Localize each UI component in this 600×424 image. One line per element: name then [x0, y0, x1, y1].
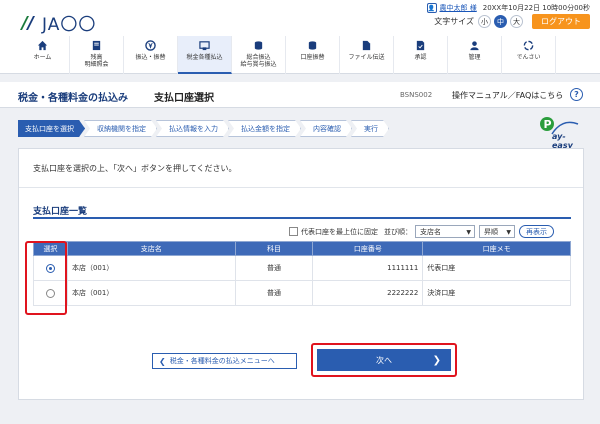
passbook-icon: [91, 39, 103, 51]
step-execute: 実行: [351, 120, 389, 137]
font-size-label: 文字サイズ: [434, 17, 474, 26]
page-subtitle: 支払口座選択: [154, 93, 214, 104]
col-branch: 支店名: [66, 241, 236, 256]
nav-item-home[interactable]: ホーム: [16, 36, 70, 74]
step-confirm: 内容確認: [300, 120, 352, 137]
instruction-text: 支払口座を選択の上、「次へ」ボタンを押してください。: [33, 164, 237, 173]
main-panel: 支払口座を選択の上、「次へ」ボタンを押してください。 支払口座一覧 代表口座を最…: [18, 148, 584, 400]
user-info: 👤 農中太郎 様 20XX年10月22日 10時00分00秒: [426, 3, 590, 13]
col-memo: 口座メモ: [422, 241, 571, 256]
divider: [19, 187, 583, 188]
screen-id: BSNS002: [400, 91, 433, 99]
section-underline: [33, 217, 571, 219]
font-size-large-button[interactable]: 大: [510, 15, 523, 28]
refresh-button[interactable]: 再表示: [519, 225, 554, 238]
logo-text: JA〇〇: [42, 15, 97, 35]
nav-item-file-transfer[interactable]: ファイル伝送: [340, 36, 394, 74]
last-login: 20XX年10月22日 10時00分00秒: [482, 4, 590, 12]
pin-primary-label: 代表口座を最上位に固定: [301, 227, 378, 236]
ja-logo-icon: [18, 14, 38, 32]
home-icon: [37, 39, 49, 51]
font-size-small-button[interactable]: 小: [478, 15, 491, 28]
user-icon: 👤: [426, 3, 437, 13]
step-specify-agency: 収納機関を指定: [84, 120, 157, 137]
subject-cell: 普通: [234, 280, 314, 306]
account-number-cell: 2222222: [312, 280, 424, 306]
sort-field-select[interactable]: 支店名 ▼: [415, 225, 475, 238]
nav-item-balance[interactable]: 残高 明細照会: [70, 36, 124, 74]
nav-item-densai[interactable]: でんさい: [502, 36, 556, 74]
approval-icon: [415, 39, 427, 51]
payeasy-logo: P ay-easy: [538, 114, 586, 150]
caret-down-icon: ▼: [466, 229, 471, 236]
branch-cell: 本店（001）: [66, 280, 236, 306]
coins-icon: [253, 39, 265, 51]
chevron-left-icon: ❮: [159, 356, 166, 366]
step-select-account: 支払口座を選択: [18, 120, 85, 137]
page-title: 税金・各種料金の払込み: [18, 93, 128, 104]
caret-down-icon: ▼: [506, 229, 511, 236]
brand-logo[interactable]: JA〇〇: [18, 10, 96, 35]
memo-cell: 代表口座: [422, 255, 571, 281]
nav-item-transfer[interactable]: 振込・振替: [124, 36, 178, 74]
nav-item-admin[interactable]: 管理: [448, 36, 502, 74]
nav-item-direct-debit[interactable]: 口座振替: [286, 36, 340, 74]
global-nav: ホーム 残高 明細照会 振込・振替 税金各種払込 総合振込 給与賞与振込 口座振…: [0, 36, 600, 74]
subject-cell: 普通: [234, 255, 314, 281]
font-size-controls: 文字サイズ 小 中 大 ログアウト: [434, 14, 590, 29]
coins-stack-icon: [307, 39, 319, 51]
title-bar: 税金・各種料金の払込み 支払口座選択 BSNS002 操作マニュアル／FAQはこ…: [0, 82, 600, 108]
header: JA〇〇 👤 農中太郎 様 20XX年10月22日 10時00分00秒 文字サイ…: [0, 0, 600, 74]
admin-icon: [469, 39, 481, 51]
step-indicator: 支払口座を選択 収納機関を指定 払込情報を入力 払込金額を指定 内容確認 実行: [18, 120, 388, 137]
payment-icon: [199, 39, 211, 51]
font-size-medium-button[interactable]: 中: [494, 15, 507, 28]
nav-item-approval[interactable]: 承認: [394, 36, 448, 74]
memo-cell: 決済口座: [422, 280, 571, 306]
account-number-cell: 1111111: [312, 255, 424, 281]
account-table: 選択 支店名 科目 口座番号 口座メモ 本店（001） 普通 1111111 代…: [33, 241, 571, 306]
list-controls: 代表口座を最上位に固定 並び順： 支店名 ▼ 昇順 ▼ 再表示: [289, 225, 554, 238]
sort-order-select[interactable]: 昇順 ▼: [479, 225, 515, 238]
svg-text:P: P: [544, 118, 552, 131]
pin-primary-checkbox[interactable]: [289, 227, 298, 236]
step-specify-amount: 払込金額を指定: [228, 120, 301, 137]
nav-item-tax-payment[interactable]: 税金各種払込: [178, 36, 232, 74]
manual-faq-link[interactable]: 操作マニュアル／FAQはこちら: [452, 90, 563, 101]
nav-item-bulk-transfer[interactable]: 総合振込 給与賞与振込: [232, 36, 286, 74]
col-subject: 科目: [234, 241, 314, 256]
step-enter-payment-info: 払込情報を入力: [156, 120, 229, 137]
file-transfer-icon: [361, 39, 373, 51]
table-row[interactable]: 本店（001） 普通 1111111 代表口座: [33, 255, 571, 281]
select-column-highlight: [25, 241, 67, 315]
table-header-row: 選択 支店名 科目 口座番号 口座メモ: [33, 241, 571, 256]
densai-icon: [523, 39, 535, 51]
sort-label: 並び順：: [384, 227, 412, 236]
logout-button[interactable]: ログアウト: [532, 14, 590, 29]
user-name[interactable]: 農中太郎 様: [440, 3, 477, 13]
branch-cell: 本店（001）: [66, 255, 236, 281]
next-button-highlight: [311, 343, 457, 377]
back-to-menu-button[interactable]: ❮ 税金・各種料金の払込メニューへ: [152, 353, 297, 369]
section-title: 支払口座一覧: [33, 207, 88, 217]
table-row[interactable]: 本店（001） 普通 2222222 決済口座: [33, 280, 571, 306]
col-account-number: 口座番号: [312, 241, 424, 256]
help-icon[interactable]: ?: [570, 88, 583, 101]
yen-transfer-icon: [145, 39, 157, 51]
